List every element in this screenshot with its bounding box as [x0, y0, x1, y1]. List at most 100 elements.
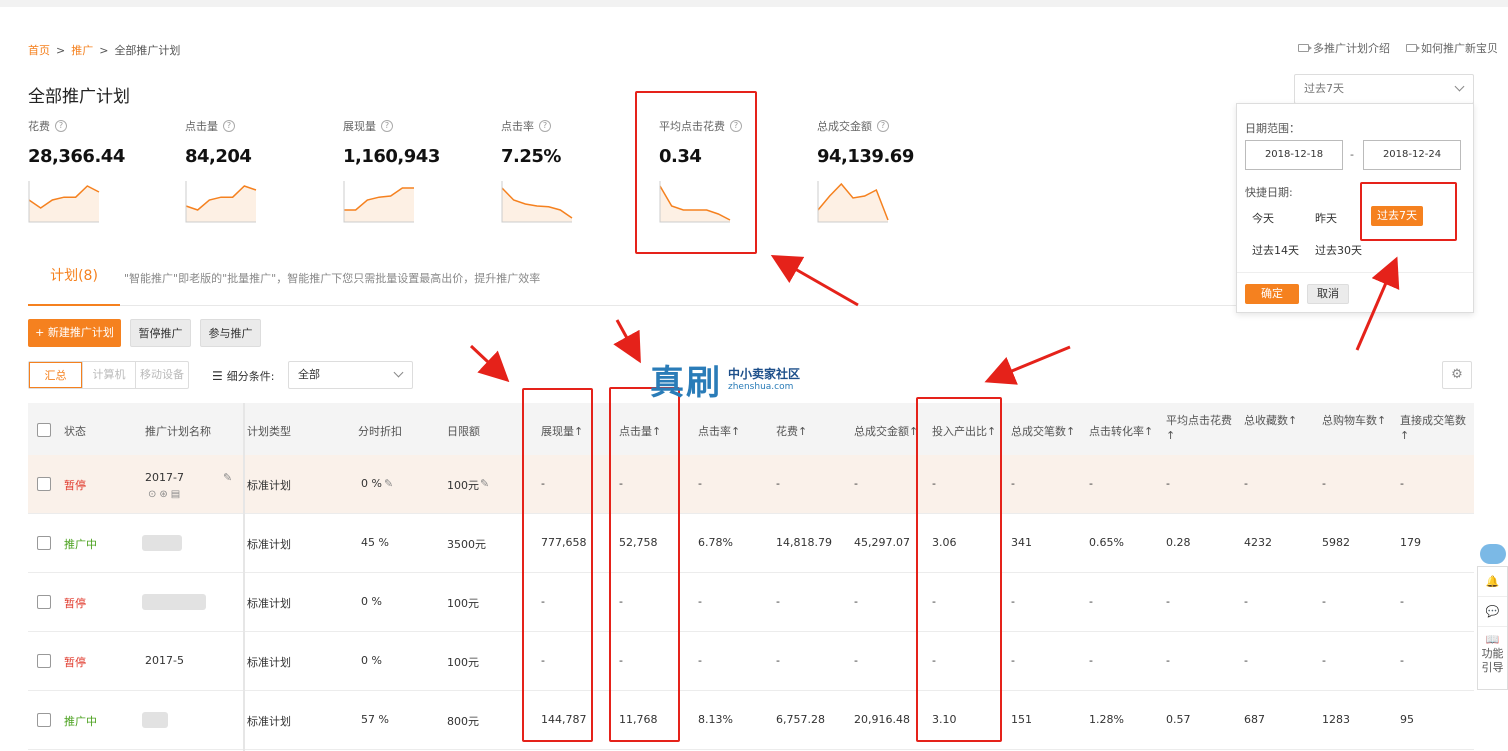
help-link-multi-plan[interactable]: 多推广计划介绍 [1298, 40, 1390, 56]
cell-cart: - [1322, 595, 1326, 608]
column-header[interactable]: 总收藏数↑ [1244, 413, 1312, 428]
column-header[interactable]: 总成交金额↑ [854, 423, 918, 439]
cell-orders: 151 [1011, 713, 1032, 726]
cell-gmv: - [854, 477, 858, 490]
row-checkbox[interactable] [37, 654, 51, 668]
sparkline-area [818, 184, 888, 222]
seg-mobile[interactable]: 移动设备 [135, 362, 188, 388]
time-discount: 0 % [361, 595, 382, 608]
column-header[interactable]: 点击转化率↑ [1089, 423, 1153, 439]
edit-icon[interactable]: ✎ [223, 471, 232, 484]
watermark-cn: 中小卖家社区 [728, 366, 801, 381]
quick-14days[interactable]: 过去14天 [1252, 242, 1299, 258]
cell-orders: - [1011, 477, 1015, 490]
top-strip [0, 0, 1508, 7]
column-header[interactable]: 总购物车数↑ [1322, 413, 1390, 428]
column-header[interactable]: 平均点击花费 ↑ [1166, 413, 1234, 443]
cell-gmv: - [854, 654, 858, 667]
help-link-new-item[interactable]: 如何推广新宝贝 [1406, 40, 1498, 56]
redacted-plan-name [142, 712, 168, 728]
metric-label-text: 点击率 [501, 120, 534, 133]
select-all-checkbox[interactable] [37, 423, 51, 437]
row-checkbox[interactable] [37, 536, 51, 550]
date-end-input[interactable]: 2018-12-24 [1363, 140, 1461, 170]
cell-gmv: - [854, 595, 858, 608]
annotation-box-roi [916, 397, 1002, 742]
help-icon[interactable]: ? [539, 120, 551, 132]
metric-label: 总成交金额? [817, 118, 957, 134]
edit-icon[interactable]: ✎ [480, 477, 489, 490]
metric-card: 花费? 28,366.44 [28, 118, 168, 223]
quick-today[interactable]: 今天 [1252, 210, 1274, 226]
time-discount: 57 % [361, 713, 389, 726]
column-header[interactable]: 花费↑ [776, 423, 807, 439]
breadcrumb: 首页 > 推广 > 全部推广计划 [28, 42, 180, 58]
filter-select[interactable]: 全部 [288, 361, 413, 389]
tab-plans[interactable]: 计划(8) [28, 258, 120, 306]
metric-value: 7.25% [501, 146, 561, 167]
daily-limit: 100元 [447, 656, 479, 669]
cell-gmv: 20,916.48 [854, 713, 910, 726]
breadcrumb-current: 全部推广计划 [114, 44, 181, 57]
new-plan-button[interactable]: + 新建推广计划 [28, 319, 121, 347]
metric-card: 点击量? 84,204 [185, 118, 325, 223]
guide-button[interactable]: 📖 功能引导 [1478, 627, 1507, 689]
plan-name-link[interactable]: 2017-5 [145, 654, 184, 667]
pause-button[interactable]: 暂停推广 [130, 319, 191, 347]
watermark-text: 中小卖家社区 zhenshua.com [728, 368, 800, 392]
cell-cvr: - [1089, 477, 1093, 490]
help-icon[interactable]: ? [223, 120, 235, 132]
seg-summary[interactable]: 汇总 [29, 362, 82, 388]
column-header[interactable]: 总成交笔数↑ [1011, 423, 1075, 439]
column-header[interactable]: 点击率↑ [698, 423, 740, 439]
date-panel-footer [1237, 272, 1473, 273]
plan-action-icons[interactable]: ⊙⊛▤ [148, 489, 183, 500]
annotation-box-cpc [635, 91, 757, 254]
join-button[interactable]: 参与推广 [200, 319, 261, 347]
row-checkbox[interactable] [37, 477, 51, 491]
quick-yesterday[interactable]: 昨天 [1315, 210, 1337, 226]
help-link-label: 多推广计划介绍 [1313, 42, 1390, 55]
metric-label: 展现量? [343, 118, 483, 134]
help-link-label: 如何推广新宝贝 [1421, 42, 1498, 55]
frozen-divider [243, 403, 245, 751]
chat-icon[interactable]: 💬 [1478, 597, 1507, 627]
date-select[interactable]: 过去7天 [1294, 74, 1474, 104]
time-discount: 0 % [361, 654, 382, 667]
cell-ctr: 6.78% [698, 536, 733, 549]
plan-name-link[interactable]: 2017-7 [145, 471, 184, 484]
cell-direct: - [1400, 654, 1404, 667]
row-checkbox[interactable] [37, 713, 51, 727]
breadcrumb-promo-link[interactable]: 推广 [71, 42, 93, 58]
filter-label-text: 细分条件: [226, 370, 275, 383]
status-text: 暂停 [64, 597, 86, 610]
quick-date-label: 快捷日期: [1245, 186, 1293, 199]
help-icon[interactable]: ? [55, 120, 67, 132]
breadcrumb-home-link[interactable]: 首页 [28, 42, 50, 58]
help-icon[interactable]: ? [381, 120, 393, 132]
quick-30days[interactable]: 过去30天 [1315, 242, 1362, 258]
cloud-icon[interactable] [1480, 544, 1506, 564]
plan-type: 标准计划 [247, 538, 291, 551]
cell-cost: 14,818.79 [776, 536, 832, 549]
column-header: 状态 [64, 425, 86, 438]
status-text: 暂停 [64, 479, 86, 492]
metric-card: 总成交金额? 94,139.69 [817, 118, 957, 223]
edit-icon[interactable]: ✎ [384, 477, 393, 490]
settings-button[interactable]: ⚙ [1442, 361, 1472, 389]
metric-value: 1,160,943 [343, 146, 440, 167]
seg-computer[interactable]: 计算机 [82, 362, 135, 388]
metric-label-text: 总成交金额 [817, 120, 872, 133]
column-header[interactable]: 直接成交笔数 ↑ [1400, 413, 1468, 443]
cell-orders: - [1011, 654, 1015, 667]
help-icon[interactable]: ? [877, 120, 889, 132]
daily-limit: 3500元 [447, 538, 486, 551]
confirm-button[interactable]: 确定 [1245, 284, 1299, 304]
cancel-button[interactable]: 取消 [1307, 284, 1349, 304]
cell-fav: - [1244, 654, 1248, 667]
annotation-box-clicks [609, 387, 680, 742]
date-start-input[interactable]: 2018-12-18 [1245, 140, 1343, 170]
bell-icon[interactable]: 🔔 [1478, 567, 1507, 597]
status-text: 推广中 [64, 538, 97, 551]
row-checkbox[interactable] [37, 595, 51, 609]
